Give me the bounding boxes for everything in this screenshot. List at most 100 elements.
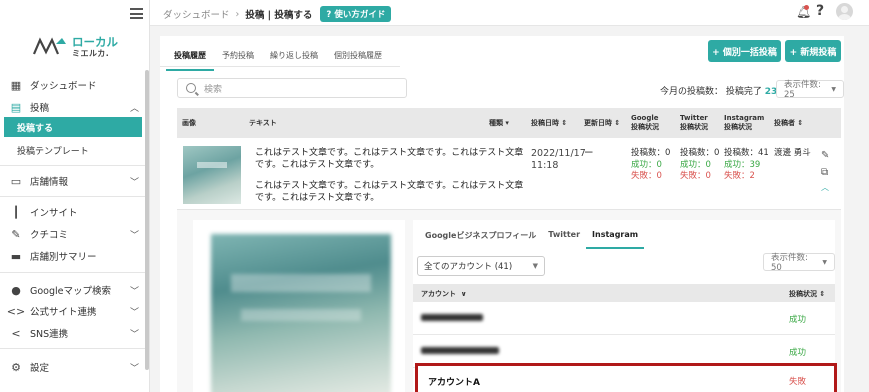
detail-page-size-select[interactable]: 表示件数: 50 ▼	[763, 253, 835, 273]
col-posted-label: 投稿日時	[531, 118, 559, 127]
gear-icon: ⚙	[11, 360, 21, 374]
dashboard-icon: ▦	[10, 78, 22, 92]
sidebar-item-settings[interactable]: ⚙ 設定 ﹀	[0, 356, 146, 378]
page-size-value: 表示件数: 25	[784, 80, 821, 100]
highlighted-account-row[interactable]: アカウントA 失敗	[415, 363, 837, 392]
posted-date: 2022/11/17	[531, 148, 586, 159]
copy-icon[interactable]: ⧉	[821, 167, 829, 178]
chevron-up-icon[interactable]: ︿	[821, 182, 829, 193]
redacted-account-name	[421, 347, 499, 354]
row-actions: ✎ ⧉ ︿	[821, 150, 829, 193]
blurred-post-image	[211, 234, 391, 392]
google-status: 投稿数：0 成功：0 失敗：0	[631, 148, 670, 183]
account-status: 失敗	[789, 377, 807, 387]
sidebar-item-label: ダッシュボード	[30, 81, 97, 92]
col-updated-label: 更新日時	[584, 118, 612, 127]
share-icon: <	[11, 326, 21, 340]
divider	[0, 348, 146, 349]
post-history-panel: 投稿履歴 予約投稿 繰り返し投稿 個別投稿履歴 + 個別一括投稿 + 新規投稿 …	[160, 36, 844, 392]
post-thumbnail[interactable]	[183, 146, 241, 204]
sidebar-item-post-template[interactable]: 投稿テンプレート	[4, 140, 142, 160]
breadcrumb-current: 投稿 | 投稿する	[245, 10, 313, 21]
edit-icon[interactable]: ✎	[821, 150, 829, 161]
search-input[interactable]: 検索	[177, 78, 407, 98]
guide-button-label: 使い方ガイド	[334, 10, 386, 20]
sidebar-item-sns[interactable]: < SNS連携 ﹀	[0, 322, 146, 344]
google-success: 成功：0	[631, 159, 662, 170]
bulk-post-button[interactable]: + 個別一括投稿	[708, 40, 781, 62]
tab-underline	[160, 66, 400, 67]
help-icon[interactable]: ?	[816, 3, 824, 19]
divider	[0, 272, 146, 273]
col-instagram-status: Instagram 投稿状況	[724, 108, 764, 138]
tab-twitter[interactable]: Twitter	[542, 226, 586, 249]
sidebar-item-label: 店舗別サマリー	[30, 252, 97, 263]
tab-google-business[interactable]: Googleビジネスプロフィール	[419, 226, 542, 249]
account-filter-select[interactable]: 全てのアカウント (41) ▼	[417, 256, 545, 276]
sidebar-item-reviews[interactable]: ✎ クチコミ ﹀	[0, 223, 146, 245]
code-icon: <>	[6, 304, 26, 318]
guide-button[interactable]: ? 使い方ガイド	[320, 6, 392, 22]
chevron-down-icon: ﹀	[130, 177, 140, 188]
new-post-button[interactable]: + 新規投稿	[785, 40, 841, 62]
page-size-select[interactable]: 表示件数: 25 ▼	[776, 80, 844, 100]
twitter-count: 投稿数：0	[680, 148, 720, 158]
avatar[interactable]	[836, 3, 853, 20]
logo-main-text: ローカル	[72, 35, 118, 49]
sidebar-item-dashboard[interactable]: ▦ ダッシュボード	[0, 74, 146, 96]
breadcrumb-root[interactable]: ダッシュボード	[163, 7, 230, 21]
table-header: 画像 テキスト 種類 ▾ 投稿日時 ⇕ 更新日時 ⇕ Google 投稿状況 Tw…	[177, 108, 841, 138]
tab-instagram[interactable]: Instagram	[586, 226, 645, 249]
twitter-status: 投稿数：0 成功：0 失敗：0	[680, 148, 719, 183]
sidebar-item-store-summary[interactable]: ▬ 店舗別サマリー	[0, 245, 146, 267]
logo[interactable]: ローカル ミエルカ.	[32, 34, 122, 60]
chevron-down-icon: ﹀	[130, 307, 140, 318]
col-account-label: アカウント	[421, 290, 456, 298]
sidebar-item-label: インサイト	[30, 208, 78, 219]
instagram-count: 投稿数：41	[724, 148, 769, 158]
monthly-post-count: 今月の投稿数： 投稿完了 23	[660, 84, 777, 97]
divider	[0, 165, 146, 166]
bell-icon[interactable]: 🔔︎	[796, 5, 811, 19]
col-posted-at[interactable]: 投稿日時 ⇕	[531, 108, 567, 138]
sidebar-scrollbar[interactable]	[145, 70, 149, 370]
table-row[interactable]: これはテスト文章です。これはテスト文章です。これはテスト文章です。これはテスト文…	[177, 138, 841, 210]
sidebar-item-label: 店舗情報	[30, 177, 69, 188]
instagram-status: 投稿数：41 成功：39 失敗：2	[724, 148, 769, 183]
col-account[interactable]: アカウント ∨	[421, 289, 467, 299]
store-summary-icon: ▬	[10, 249, 22, 263]
col-twitter-label: Twitter	[680, 114, 708, 122]
sidebar-item-label: 設定	[30, 363, 50, 374]
sidebar-item-post-create[interactable]: 投稿する	[4, 117, 142, 137]
chevron-down-icon: ﹀	[130, 230, 140, 241]
sidebar-item-label: 投稿	[30, 103, 50, 114]
sidebar-item-store-info[interactable]: ▭ 店舗情報 ﹀	[0, 170, 146, 192]
account-row[interactable]: 成功	[413, 302, 835, 335]
account-status-panel: Googleビジネスプロフィール Twitter Instagram 全てのアカ…	[413, 220, 837, 392]
col-instagram-label: Instagram	[724, 114, 765, 122]
map-pin-icon: ●	[11, 283, 21, 297]
col-author[interactable]: 投稿者 ⇕	[774, 108, 803, 138]
col-updated-at[interactable]: 更新日時 ⇕	[584, 108, 620, 138]
post-text-paragraph: これはテスト文章です。これはテスト文章です。これはテスト文章です。これはテスト文…	[255, 181, 524, 203]
account-status: 成功	[789, 315, 807, 325]
google-count: 投稿数：0	[631, 148, 671, 158]
logo-mark-icon	[32, 37, 66, 55]
posted-time: 11:18	[531, 159, 559, 171]
col-post-status[interactable]: 投稿状況 ⇕	[789, 289, 825, 299]
sidebar-item-insight[interactable]: ┃ インサイト	[0, 201, 146, 223]
col-type[interactable]: 種類 ▾	[489, 108, 509, 138]
sidebar-item-label: 公式サイト連携	[30, 307, 97, 318]
col-type-label: 種類	[489, 118, 503, 127]
hamburger-menu-icon[interactable]	[130, 8, 143, 19]
post-detail: Googleビジネスプロフィール Twitter Instagram 全てのアカ…	[177, 210, 841, 392]
post-image-preview	[193, 220, 405, 392]
sidebar-item-posts[interactable]: ▤ 投稿 ︿	[0, 96, 146, 118]
account-status: 成功	[789, 348, 807, 358]
col-google-status: Google 投稿状況	[631, 108, 659, 138]
post-text: これはテスト文章です。これはテスト文章です。これはテスト文章です。これはテスト文…	[255, 148, 525, 204]
sidebar-item-label: クチコミ	[30, 230, 69, 241]
sidebar-item-site-link[interactable]: <> 公式サイト連携 ﹀	[0, 300, 146, 322]
sidebar-item-map-search[interactable]: ● Googleマップ検索 ﹀	[0, 279, 146, 301]
instagram-success: 成功：39	[724, 159, 761, 170]
